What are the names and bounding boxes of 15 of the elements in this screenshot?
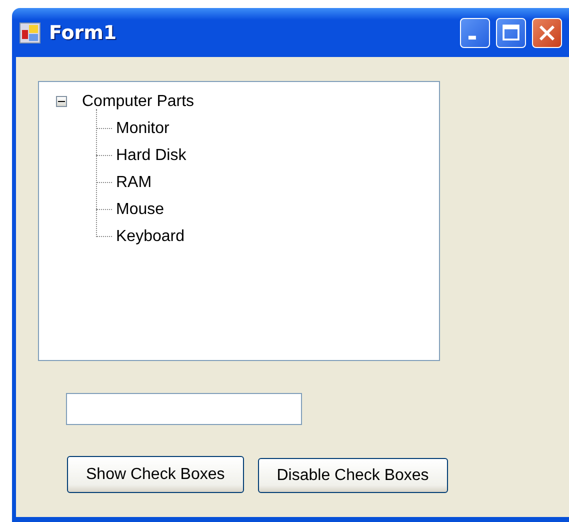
tree-item[interactable]: Computer Parts — [82, 92, 194, 110]
tree-item[interactable]: Mouse — [116, 200, 164, 218]
text-field[interactable] — [66, 393, 302, 425]
tree-item[interactable]: Keyboard — [116, 228, 184, 246]
maximize-button[interactable] — [496, 18, 526, 48]
action-button[interactable]: Show Check Boxes — [67, 456, 244, 493]
tree-item[interactable]: Monitor — [116, 120, 170, 138]
minimize-button[interactable] — [460, 18, 490, 48]
close-button[interactable] — [532, 18, 562, 48]
collapse-icon[interactable] — [56, 96, 67, 107]
action-button[interactable]: Disable Check Boxes — [258, 458, 448, 493]
tree-item[interactable]: RAM — [116, 174, 152, 192]
window-title: Form1 — [49, 22, 118, 44]
app-icon — [19, 22, 41, 44]
tree-item[interactable]: Hard Disk — [116, 146, 186, 164]
